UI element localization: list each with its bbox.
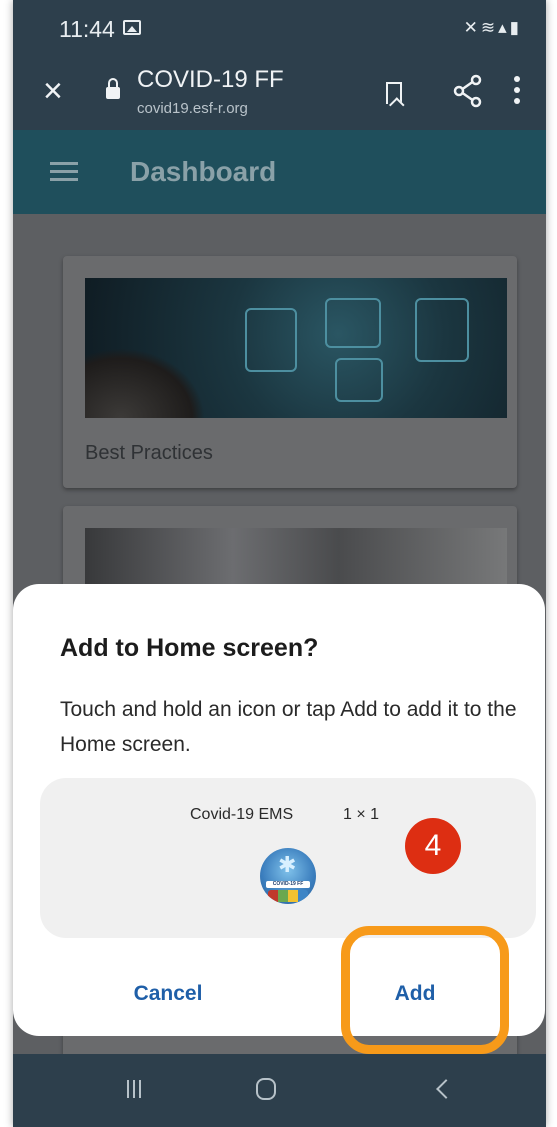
hamburger-icon[interactable] xyxy=(50,162,78,182)
signal-icon: ▴ xyxy=(498,18,510,37)
status-bar: 11:44 ✕≋▴▮ xyxy=(13,0,546,58)
add-to-home-dialog: Add to Home screen? Touch and hold an ic… xyxy=(13,584,545,1054)
shortcut-preview[interactable]: Covid-19 EMS 1 × 1 ✱ COVID-19 FF xyxy=(40,778,536,938)
mute-icon: ✕ xyxy=(463,18,481,37)
browser-toolbar: × COVID-19 FF covid19.esf-r.org xyxy=(13,58,546,130)
site-url[interactable]: covid19.esf-r.org xyxy=(137,100,248,117)
more-icon[interactable] xyxy=(513,76,521,110)
dialog-title: Add to Home screen? xyxy=(60,634,319,662)
shortcut-name: Covid-19 EMS xyxy=(190,806,294,823)
card-image xyxy=(85,278,507,418)
close-icon[interactable]: × xyxy=(43,74,63,108)
wifi-icon: ≋ xyxy=(480,18,499,37)
status-time: 11:44 xyxy=(59,16,115,42)
page-title: Dashboard xyxy=(130,156,277,187)
gallery-icon xyxy=(123,20,141,35)
dialog-body: Touch and hold an icon or tap Add to add… xyxy=(60,698,517,756)
card-best-practices[interactable]: Best Practices xyxy=(63,256,517,488)
battery-icon: ▮ xyxy=(509,18,522,37)
cancel-button[interactable]: Cancel xyxy=(103,972,233,1016)
card-caption: Best Practices xyxy=(85,442,213,464)
back-icon[interactable] xyxy=(436,1079,456,1099)
system-nav-bar xyxy=(13,1054,546,1127)
share-icon[interactable] xyxy=(453,74,483,108)
app-logo-icon[interactable]: ✱ COVID-19 FF xyxy=(260,848,316,904)
phone-screen: 11:44 ✕≋▴▮ × COVID-19 FF covid19.esf-r.o… xyxy=(13,0,546,1127)
home-icon[interactable] xyxy=(256,1078,276,1100)
step-number-badge: 4 xyxy=(405,818,461,874)
recent-apps-icon[interactable] xyxy=(127,1080,147,1100)
add-button-highlight xyxy=(341,926,509,1054)
shortcut-size: 1 × 1 xyxy=(343,806,380,823)
lock-icon xyxy=(106,78,120,100)
status-icons: ✕≋▴▮ xyxy=(464,18,522,38)
app-bar: Dashboard xyxy=(13,130,546,214)
bookmark-icon[interactable] xyxy=(386,82,402,104)
site-title[interactable]: COVID-19 FF xyxy=(137,66,284,94)
